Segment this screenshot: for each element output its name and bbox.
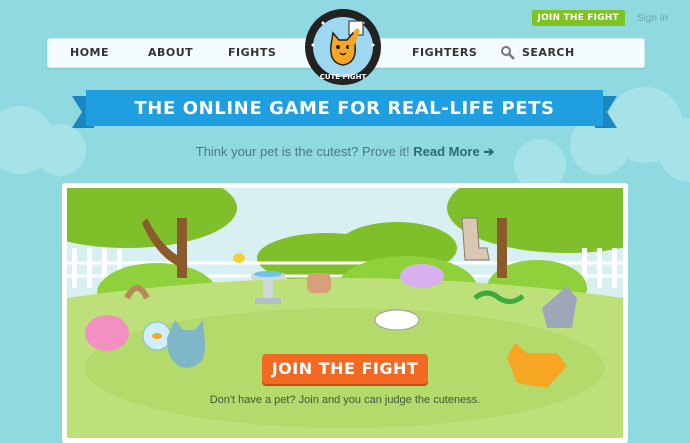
join-the-fight-top-button[interactable]: JOIN THE FIGHT xyxy=(531,10,625,26)
nav-fights[interactable]: FIGHTS xyxy=(228,46,276,59)
cta-subtext: Don't have a pet? Join and you can judge… xyxy=(209,394,481,406)
cute-fight-logo[interactable]: CUTE FIGHT xyxy=(303,7,383,87)
tagline-text: Think your pet is the cutest? Prove it! xyxy=(195,144,410,159)
top-bar: JOIN THE FIGHT Sign In xyxy=(531,10,668,26)
logo-text: CUTE FIGHT xyxy=(320,73,367,81)
sign-in-link[interactable]: Sign In xyxy=(637,13,668,24)
hero-headline: THE ONLINE GAME FOR REAL-LIFE PETS xyxy=(134,98,555,119)
nav-fighters[interactable]: FIGHTERS xyxy=(412,46,477,59)
join-the-fight-cta-button[interactable]: JOIN THE FIGHT xyxy=(262,354,428,384)
nav-search[interactable]: SEARCH xyxy=(522,46,575,59)
nav-home[interactable]: HOME xyxy=(70,46,109,59)
search-icon[interactable] xyxy=(500,45,516,65)
tagline: Think your pet is the cutest? Prove it! … xyxy=(0,144,690,160)
nav-about[interactable]: ABOUT xyxy=(148,46,193,59)
read-more-link[interactable]: Read More ➔ xyxy=(413,144,494,159)
